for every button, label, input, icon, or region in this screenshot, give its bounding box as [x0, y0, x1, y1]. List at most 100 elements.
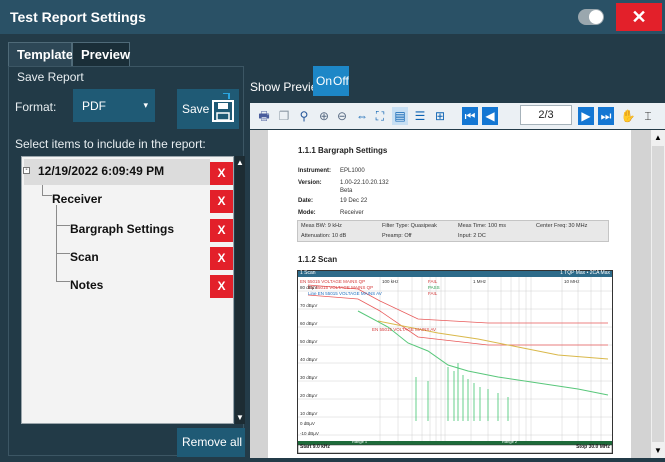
tree-item-receiver[interactable]: Receiver	[52, 187, 192, 213]
zoom-in-icon[interactable]: ⊕	[316, 107, 332, 125]
format-select[interactable]: PDF ▾	[73, 89, 155, 122]
last-page-icon[interactable]: ⏭	[598, 107, 614, 125]
close-button[interactable]: ✕	[616, 3, 662, 31]
scroll-thumb[interactable]	[652, 146, 664, 442]
measurement-table: Meas BW: 9 kHz Filter Type: Quasipeak Me…	[297, 220, 609, 242]
tree-item-scan[interactable]: Scan	[70, 245, 190, 271]
y-axis-label: 50 dBµV	[300, 339, 318, 344]
chevron-down-icon: ▾	[143, 100, 148, 110]
y-axis-label: 70 dBµV	[300, 303, 318, 308]
remove-all-button[interactable]: Remove all	[177, 428, 245, 457]
collapse-icon[interactable]: -	[23, 167, 30, 174]
tree-line	[56, 281, 70, 282]
plot-header-left: 1 Scan	[300, 270, 316, 276]
single-page-icon[interactable]: ▤	[392, 107, 408, 125]
tree-item-notes[interactable]: Notes	[70, 273, 190, 299]
y-axis-label: 10 dBµV	[300, 411, 318, 416]
remove-receiver-button[interactable]: X	[210, 190, 233, 213]
table-cell: Center Freq: 30 MHz	[536, 223, 588, 229]
toggle-knob	[589, 10, 603, 24]
print-icon[interactable]: 🖶	[256, 107, 272, 125]
section-scan-title: 1.1.2 Scan	[298, 255, 338, 264]
stop-frequency: Stop 30.0 MHz	[576, 444, 610, 450]
zoom-out-icon[interactable]: ⊖	[334, 107, 350, 125]
save-button[interactable]: Save	[177, 89, 239, 129]
range-label: Range 2	[502, 439, 518, 444]
find-icon[interactable]: ⚲	[296, 107, 312, 125]
limit-status: PASS	[428, 285, 440, 290]
scan-plot: 1 Scan 1 TQP Max • 2CA Max EN 55015 VOLT…	[297, 270, 613, 454]
tree-scrollbar[interactable]: ▲ ▼	[235, 156, 245, 424]
doc-value: EPL1000	[340, 168, 365, 174]
tree-item-date[interactable]: - 12/19/2022 6:09:49 PM	[23, 159, 210, 185]
scroll-down-icon[interactable]: ▼	[236, 413, 244, 422]
select-tool-icon[interactable]: ⌶	[640, 107, 656, 125]
preview-toolbar: 🖶 ❐ ⚲ ⊕ ⊖ ⇔ ⛶ ▤ ☰ ⊞ ⏮ ◀ ▶ ⏭ ✋ ⌶	[250, 103, 665, 129]
start-frequency: Start 9.0 kHz	[300, 444, 331, 450]
y-axis-label: 60 dBµV	[300, 321, 318, 326]
fit-page-icon[interactable]: ⛶	[372, 107, 388, 125]
scroll-up-icon[interactable]: ▲	[654, 133, 662, 142]
y-axis-label: 0 dBµV	[300, 421, 315, 426]
fit-width-icon[interactable]: ⇔	[354, 107, 370, 125]
y-axis-label: 40 dBµV	[300, 357, 318, 362]
scroll-down-icon[interactable]: ▼	[654, 446, 662, 455]
continuous-page-icon[interactable]: ☰	[412, 107, 428, 125]
preview-toggle[interactable]: On Off	[313, 66, 349, 96]
doc-value: Receiver	[340, 210, 364, 216]
preview-on-option[interactable]: On	[316, 74, 332, 88]
preview-scrollbar[interactable]: ▲ ▼	[651, 130, 665, 458]
doc-key: Version:	[298, 180, 322, 186]
dialog-window: Test Report Settings ✕ Templates Preview…	[0, 0, 665, 462]
remove-date-button[interactable]: X	[210, 162, 233, 185]
doc-value: 19 Dec 22	[340, 198, 368, 204]
y-axis-label: 30 dBµV	[300, 375, 318, 380]
tree-line	[56, 205, 57, 281]
doc-value: Beta	[340, 188, 353, 194]
format-label: Format:	[15, 100, 57, 114]
freq-label: 10 MHz	[564, 279, 580, 284]
remove-notes-button[interactable]: X	[210, 275, 233, 298]
tree-item-bargraph-settings[interactable]: Bargraph Settings	[70, 217, 200, 243]
preview-off-option[interactable]: Off	[333, 74, 349, 88]
freq-label: 1 MHz	[473, 279, 487, 284]
limit-status: FAIL	[428, 279, 438, 284]
doc-key: Instrument:	[298, 168, 331, 174]
range-label: Range 1	[352, 439, 368, 444]
table-cell: Preamp: Off	[382, 233, 412, 239]
remove-bargraph-button[interactable]: X	[210, 219, 233, 242]
tab-preview[interactable]: Preview	[72, 42, 130, 66]
y-axis-label: 80 dBµV	[300, 285, 318, 290]
table-cell: Attenuation: 10 dB	[301, 233, 347, 239]
table-cell: Input: 2 DC	[458, 233, 486, 239]
save-report-heading: Save Report	[17, 70, 84, 84]
freq-label: 100 kHz	[382, 279, 399, 284]
y-axis-label: 20 dBµV	[300, 393, 318, 398]
limit-line-label: Line EN 55015 VOLTAGE MAINS AV	[308, 291, 382, 296]
tab-templates[interactable]: Templates	[8, 42, 80, 66]
theme-toggle[interactable]	[578, 9, 604, 25]
page-indicator[interactable]: 2/3	[520, 105, 572, 125]
tree-line	[42, 185, 43, 195]
limit-status: FAIL	[428, 291, 438, 296]
first-page-icon[interactable]: ⏮	[462, 107, 478, 125]
save-button-label: Save	[182, 102, 210, 116]
plot-header-right: 1 TQP Max • 2CA Max	[560, 270, 610, 276]
title-bar: Test Report Settings ✕	[0, 0, 665, 34]
multi-page-icon[interactable]: ⊞	[432, 107, 448, 125]
remove-scan-button[interactable]: X	[210, 247, 233, 270]
prev-page-icon[interactable]: ◀	[482, 107, 498, 125]
report-items-tree: - 12/19/2022 6:09:49 PM X Receiver X Bar…	[21, 156, 234, 424]
format-value: PDF	[82, 99, 106, 113]
limit-line-label: EN 55015 VOLTAGE MAINS QP	[300, 279, 366, 284]
hand-tool-icon[interactable]: ✋	[620, 107, 636, 125]
copy-icon[interactable]: ❐	[276, 107, 292, 125]
scan-plot-graphic	[298, 271, 612, 453]
table-cell: Meas Time: 100 ms	[458, 223, 506, 229]
doc-key: Mode:	[298, 210, 316, 216]
report-settings-panel: Save Report Format: PDF ▾ Save Select it…	[8, 66, 245, 457]
scroll-up-icon[interactable]: ▲	[236, 158, 244, 167]
items-heading: Select items to include in the report:	[15, 137, 206, 151]
next-page-icon[interactable]: ▶	[578, 107, 594, 125]
limit-line-label: EN 55015 VOLTAGE MAINS QP	[308, 285, 374, 290]
